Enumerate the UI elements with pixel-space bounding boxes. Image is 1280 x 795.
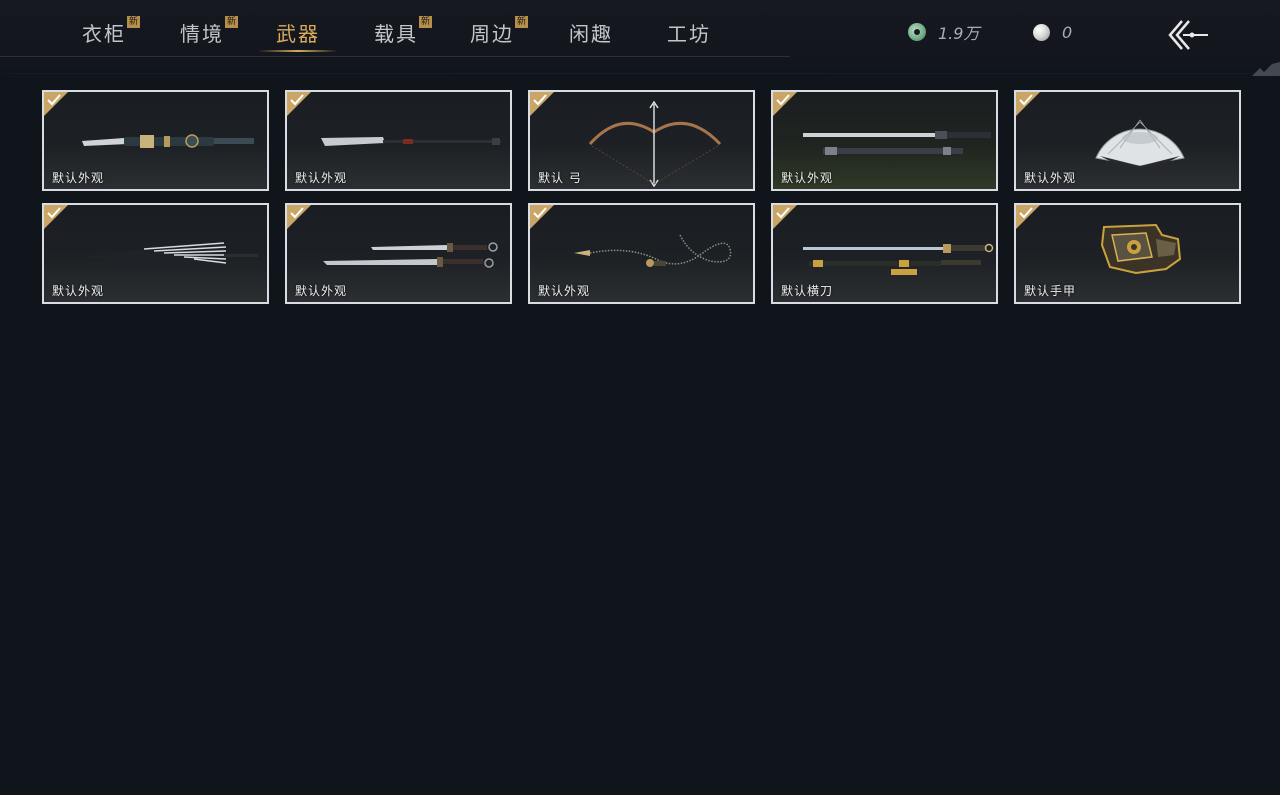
jade-currency: 1.9万 — [908, 20, 979, 44]
weapon-card[interactable]: 默认外观 — [42, 90, 269, 191]
weapon-card[interactable]: 默认外观 — [285, 203, 512, 304]
tab-label: 闲趣 — [569, 22, 613, 46]
checkmark-icon — [47, 207, 61, 219]
checkmark-icon — [533, 94, 547, 106]
weapon-name: 默认外观 — [295, 171, 348, 185]
weapon-card[interactable]: 默认外观 — [528, 203, 755, 304]
weapon-card[interactable]: 默认外观 — [285, 90, 512, 191]
weapon-name: 默认外观 — [52, 284, 105, 298]
pearl-currency: 0 — [1033, 20, 1072, 44]
jade-amount: 1.9万 — [938, 24, 980, 43]
weapon-name: 默认外观 — [1024, 171, 1077, 185]
tab-scenes[interactable]: 情境新 — [180, 16, 238, 50]
tab-accessories[interactable]: 周边新 — [470, 16, 528, 50]
checkmark-icon — [533, 207, 547, 219]
tab-wardrobe[interactable]: 衣柜新 — [82, 16, 140, 50]
back-arrow-icon — [1168, 20, 1208, 50]
weapon-card[interactable]: 默认横刀 — [771, 203, 998, 304]
tab-label: 工坊 — [667, 22, 711, 46]
jade-coin-icon — [908, 23, 926, 41]
new-badge: 新 — [515, 16, 528, 28]
pearl-amount: 0 — [1062, 22, 1073, 42]
tab-label: 载具 — [374, 22, 418, 46]
corner-ornament-icon — [1252, 62, 1280, 76]
active-tab-underline — [258, 50, 338, 52]
tab-label: 武器 — [276, 22, 320, 46]
weapon-name: 默认外观 — [52, 171, 105, 185]
checkmark-icon — [47, 94, 61, 106]
tab-leisure[interactable]: 闲趣 — [569, 18, 613, 50]
tab-label: 周边 — [470, 22, 514, 46]
checkmark-icon — [290, 94, 304, 106]
weapon-card[interactable]: 默认手甲 — [1014, 203, 1241, 304]
new-badge: 新 — [419, 16, 432, 28]
weapon-name: 默认横刀 — [781, 284, 834, 298]
checkmark-icon — [776, 94, 790, 106]
weapon-name: 默认外观 — [781, 171, 834, 185]
weapon-name: 默认手甲 — [1024, 284, 1077, 298]
pearl-icon — [1033, 23, 1050, 41]
weapon-card[interactable]: 默认外观 — [1014, 90, 1241, 191]
weapon-grid: 默认外观 默认外观 默认 弓 默认外观 默认外观 默认外观 默认外观 默认外观 … — [42, 90, 1244, 306]
new-badge: 新 — [225, 16, 238, 28]
checkmark-icon — [1019, 94, 1033, 106]
weapon-name: 默认外观 — [538, 284, 591, 298]
tab-label: 情境 — [180, 22, 224, 46]
top-bar: 衣柜新 情境新 武器 载具新 周边新 闲趣 工坊 1.9万 0 — [0, 0, 1280, 76]
tab-weapons[interactable]: 武器 — [276, 18, 320, 50]
tab-workshop[interactable]: 工坊 — [667, 18, 711, 50]
weapon-card[interactable]: 默认外观 — [771, 90, 998, 191]
back-button[interactable] — [1166, 18, 1210, 52]
checkmark-icon — [290, 207, 304, 219]
weapon-name: 默认外观 — [295, 284, 348, 298]
checkmark-icon — [776, 207, 790, 219]
weapon-name: 默认 弓 — [538, 171, 582, 185]
tab-label: 衣柜 — [82, 22, 126, 46]
checkmark-icon — [1019, 207, 1033, 219]
weapon-card[interactable]: 默认外观 — [42, 203, 269, 304]
tab-vehicles[interactable]: 载具新 — [374, 16, 432, 50]
weapon-card[interactable]: 默认 弓 — [528, 90, 755, 191]
new-badge: 新 — [127, 16, 140, 28]
category-tabs: 衣柜新 情境新 武器 载具新 周边新 闲趣 工坊 — [0, 0, 790, 57]
